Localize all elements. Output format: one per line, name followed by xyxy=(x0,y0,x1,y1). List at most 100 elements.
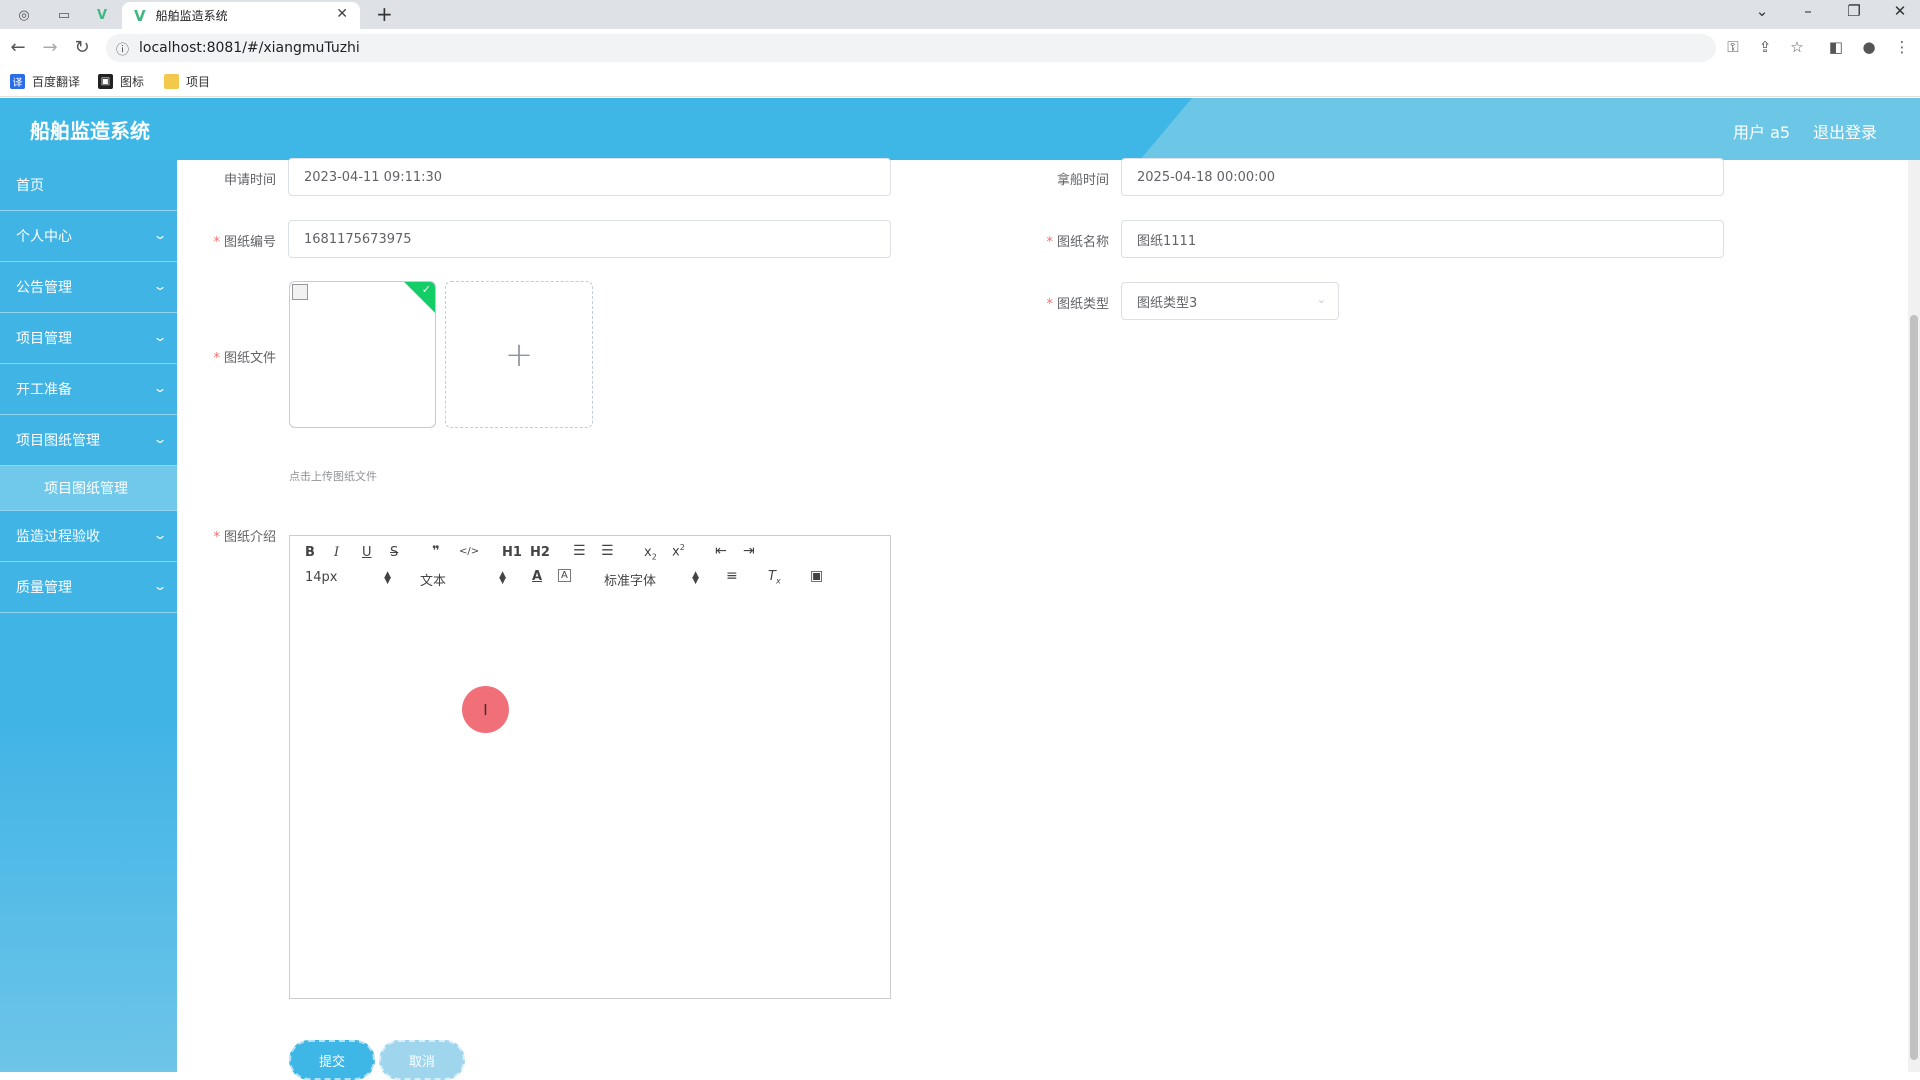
menu-icon[interactable]: ⋮ xyxy=(1892,38,1912,56)
url-bar[interactable]: ⓘ localhost:8081/#/xiangmuTuzhi xyxy=(106,34,1716,62)
chevron-down-icon: ⌄ xyxy=(152,579,168,593)
indent-icon[interactable]: ⇥ xyxy=(743,543,755,559)
reload-icon[interactable]: ↻ xyxy=(71,37,93,58)
chevron-down-icon: ⌄ xyxy=(152,381,168,395)
bookmarks-bar: 译 百度翻译 ▣ 图标 项目 xyxy=(0,67,1920,97)
plus-icon: + xyxy=(504,334,534,375)
bold-button[interactable]: B xyxy=(305,545,315,560)
drawing-name-field[interactable]: 图纸1111 xyxy=(1121,220,1724,258)
sidebar-item-drawings[interactable]: 项目图纸管理 ⌄ xyxy=(0,415,177,466)
font-family-select[interactable]: 标准字体 ▲ ▼ xyxy=(604,570,699,590)
info-icon[interactable]: ⓘ xyxy=(116,39,129,58)
paragraph-select[interactable]: 文本 ▲ ▼ xyxy=(420,570,506,590)
globe-icon[interactable]: ◎ xyxy=(6,4,42,26)
updown-icon: ▲ ▼ xyxy=(384,570,391,586)
scrollbar-thumb[interactable] xyxy=(1910,315,1918,1060)
sidebar: 首页 个人中心 ⌄ 公告管理 ⌄ 项目管理 ⌄ 开工准备 ⌄ 项目图纸管理 ⌄ … xyxy=(0,160,177,1072)
chevron-down-icon: ⌄ xyxy=(152,228,168,242)
ship-time-field[interactable]: 2025-04-18 00:00:00 xyxy=(1121,158,1724,196)
drawing-no-label: * 图纸编号 xyxy=(213,235,276,250)
upload-hint: 点击上传图纸文件 xyxy=(289,470,377,483)
ship-time-label: 拿船时间 xyxy=(1056,173,1109,188)
sidebar-item-personal-center[interactable]: 个人中心 ⌄ xyxy=(0,211,177,262)
updown-icon: ▲ ▼ xyxy=(499,570,506,586)
underline-button[interactable]: U xyxy=(362,545,372,560)
vue-tab-icon[interactable]: V xyxy=(84,4,120,26)
vue-logo-icon: V xyxy=(134,6,146,25)
code-button[interactable]: </> xyxy=(459,546,479,557)
chevron-down-icon: ⌄ xyxy=(152,279,168,293)
drawing-type-label: * 图纸类型 xyxy=(1046,297,1109,312)
sidebar-item-prep[interactable]: 开工准备 ⌄ xyxy=(0,364,177,415)
sidebar-item-project[interactable]: 项目管理 ⌄ xyxy=(0,313,177,364)
restore-icon[interactable]: ❐ xyxy=(1839,2,1869,20)
outdent-icon[interactable]: ⇤ xyxy=(715,543,727,559)
bookmark-project[interactable]: 项目 xyxy=(164,73,210,90)
subscript-button[interactable]: x2 xyxy=(644,545,657,562)
font-size-select[interactable]: 14px ▲ ▼ xyxy=(305,570,391,586)
close-window-icon[interactable]: ✕ xyxy=(1885,2,1915,20)
h2-button[interactable]: H2 xyxy=(530,545,550,560)
text-cursor-icon: Ι xyxy=(483,700,488,719)
clean-format-button[interactable]: Tx xyxy=(768,569,781,586)
app-title: 船舶监造系统 xyxy=(30,119,150,143)
close-tab-icon[interactable]: ✕ xyxy=(336,6,348,22)
app-header: 船舶监造系统 用户 a5 退出登录 xyxy=(0,98,1920,160)
drawing-type-select[interactable]: 图纸类型3 ⌄ xyxy=(1121,282,1339,320)
profile-icon[interactable]: ● xyxy=(1859,38,1879,56)
folder-icon xyxy=(164,74,179,89)
italic-button[interactable]: I xyxy=(334,545,339,560)
editor-toolbar: B I U S ❞ </> H1 H2 ☰ ☰ x2 x2 ⇤ ⇥ 14px ▲… xyxy=(289,535,891,600)
blockquote-button[interactable]: ❞ xyxy=(432,544,440,559)
align-icon[interactable]: ≡ xyxy=(726,568,738,584)
apply-time-field[interactable]: 2023-04-11 09:11:30 xyxy=(288,158,891,196)
image-icon: ▣ xyxy=(98,74,113,89)
updown-icon: ▲ ▼ xyxy=(692,570,699,586)
check-icon: ✓ xyxy=(421,283,431,296)
font-color-button[interactable]: A xyxy=(532,569,542,584)
logout-link[interactable]: 退出登录 xyxy=(1813,119,1877,143)
header-decoration xyxy=(1140,98,1920,160)
bookmark-baidu-translate[interactable]: 译 百度翻译 xyxy=(10,73,80,90)
cancel-button[interactable]: 取消 xyxy=(379,1040,465,1080)
chevron-down-icon: ⌄ xyxy=(152,528,168,542)
page-scrollbar[interactable] xyxy=(1908,160,1920,1072)
superscript-button[interactable]: x2 xyxy=(672,543,685,559)
submit-button[interactable]: 提交 xyxy=(289,1040,375,1080)
bookmark-icons[interactable]: ▣ 图标 xyxy=(98,73,144,90)
uploaded-file-thumbnail[interactable]: ✓ xyxy=(289,281,436,428)
apply-time-label: 申请时间 xyxy=(223,173,276,188)
sidebar-item-quality[interactable]: 质量管理 ⌄ xyxy=(0,562,177,613)
strike-button[interactable]: S xyxy=(390,545,398,560)
user-name: 用户 a5 xyxy=(1733,123,1791,142)
active-tab[interactable]: V 船舶监造系统 ✕ xyxy=(122,2,360,29)
chevron-up-icon: ⌄ xyxy=(152,432,168,446)
star-icon[interactable]: ☆ xyxy=(1787,38,1807,56)
drawing-no-field[interactable]: 1681175673975 xyxy=(288,220,891,258)
submenu-item-drawings[interactable]: 项目图纸管理 xyxy=(0,466,177,511)
upload-add-button[interactable]: + xyxy=(445,281,593,428)
key-icon[interactable]: ⚿ xyxy=(1723,38,1743,56)
sidebar-item-home[interactable]: 首页 xyxy=(0,160,177,211)
translate-icon: 译 xyxy=(10,74,25,89)
minimize-icon[interactable]: – xyxy=(1793,2,1823,20)
new-tab-button[interactable]: + xyxy=(376,2,393,26)
image-icon[interactable]: ▣ xyxy=(810,568,823,584)
browser-tab-bar: ◎ ▭ V V 船舶监造系统 ✕ + ⌄ – ❐ ✕ xyxy=(0,0,1920,29)
h1-button[interactable]: H1 xyxy=(502,545,522,560)
url-text: localhost:8081/#/xiangmuTuzhi xyxy=(139,40,360,56)
bullet-list-icon[interactable]: ☰ xyxy=(601,543,614,559)
share-icon[interactable]: ⇪ xyxy=(1755,38,1775,56)
tab-search-icon[interactable]: ⌄ xyxy=(1747,2,1777,20)
sidebar-item-notice[interactable]: 公告管理 ⌄ xyxy=(0,262,177,313)
sidepanel-icon[interactable]: ◧ xyxy=(1826,38,1846,56)
sidebar-item-inspection[interactable]: 监造过程验收 ⌄ xyxy=(0,511,177,562)
drawing-file-label: * 图纸文件 xyxy=(213,351,276,366)
ordered-list-icon[interactable]: ☰ xyxy=(573,543,586,559)
forward-icon[interactable]: → xyxy=(39,37,61,58)
editor-content[interactable] xyxy=(289,599,891,999)
chevron-down-icon: ⌄ xyxy=(1316,293,1326,306)
back-icon[interactable]: ← xyxy=(7,37,29,58)
blank-tab-icon[interactable]: ▭ xyxy=(46,4,82,26)
background-color-button[interactable]: A xyxy=(558,569,571,582)
